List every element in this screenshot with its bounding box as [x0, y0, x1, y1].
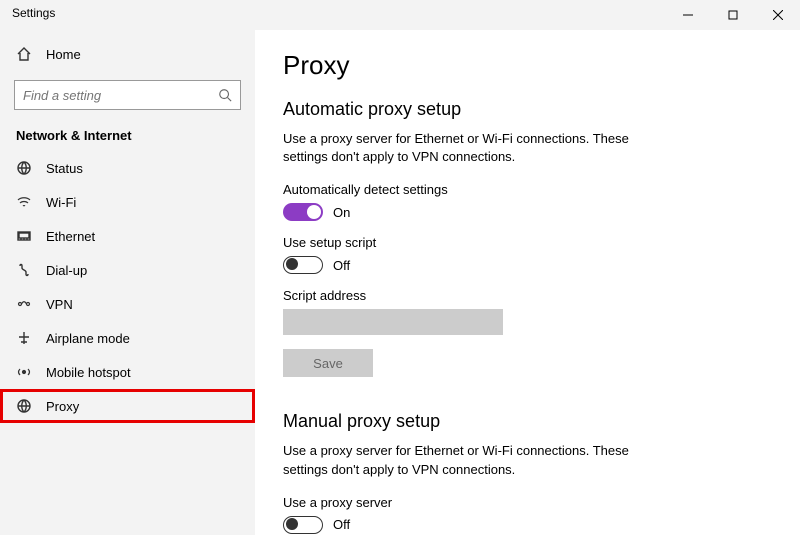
use-script-state: Off	[333, 258, 350, 273]
home-icon	[16, 46, 32, 62]
sidebar-item-status[interactable]: Status	[0, 151, 255, 185]
use-script-toggle[interactable]	[283, 256, 323, 274]
auto-detect-toggle[interactable]	[283, 203, 323, 221]
sidebar-item-label: VPN	[46, 297, 73, 312]
use-proxy-label: Use a proxy server	[283, 495, 772, 510]
main-panel: Proxy Automatic proxy setup Use a proxy …	[255, 30, 800, 535]
manual-section-title: Manual proxy setup	[283, 411, 772, 432]
auto-section-title: Automatic proxy setup	[283, 99, 772, 120]
sidebar: Home Network & Internet Status Wi-Fi	[0, 30, 255, 535]
hotspot-icon	[16, 364, 32, 380]
close-button[interactable]	[755, 0, 800, 30]
auto-section-desc: Use a proxy server for Ethernet or Wi-Fi…	[283, 130, 663, 166]
auto-detect-label: Automatically detect settings	[283, 182, 772, 197]
sidebar-item-label: Ethernet	[46, 229, 95, 244]
titlebar: Settings	[0, 0, 800, 30]
status-icon	[16, 160, 32, 176]
auto-detect-state: On	[333, 205, 350, 220]
sidebar-item-label: Wi-Fi	[46, 195, 76, 210]
sidebar-item-proxy[interactable]: Proxy	[0, 389, 255, 423]
script-address-label: Script address	[283, 288, 772, 303]
sidebar-item-label: Status	[46, 161, 83, 176]
sidebar-item-wifi[interactable]: Wi-Fi	[0, 185, 255, 219]
use-proxy-toggle[interactable]	[283, 516, 323, 534]
sidebar-home-label: Home	[46, 47, 81, 62]
window-controls	[665, 0, 800, 30]
sidebar-item-dialup[interactable]: Dial-up	[0, 253, 255, 287]
sidebar-item-vpn[interactable]: VPN	[0, 287, 255, 321]
sidebar-item-label: Airplane mode	[46, 331, 130, 346]
sidebar-item-airplane[interactable]: Airplane mode	[0, 321, 255, 355]
search-input[interactable]	[14, 80, 241, 110]
wifi-icon	[16, 194, 32, 210]
ethernet-icon	[16, 228, 32, 244]
sidebar-item-ethernet[interactable]: Ethernet	[0, 219, 255, 253]
manual-section-desc: Use a proxy server for Ethernet or Wi-Fi…	[283, 442, 663, 478]
search-field[interactable]	[23, 88, 218, 103]
sidebar-item-label: Dial-up	[46, 263, 87, 278]
sidebar-category: Network & Internet	[0, 118, 255, 151]
minimize-button[interactable]	[665, 0, 710, 30]
page-title: Proxy	[283, 50, 772, 81]
script-address-input	[283, 309, 503, 335]
proxy-icon	[16, 398, 32, 414]
sidebar-item-hotspot[interactable]: Mobile hotspot	[0, 355, 255, 389]
nav-list: Status Wi-Fi Ethernet Dial-up VPN	[0, 151, 255, 423]
sidebar-item-label: Proxy	[46, 399, 79, 414]
window-title: Settings	[0, 0, 665, 26]
use-script-label: Use setup script	[283, 235, 772, 250]
maximize-button[interactable]	[710, 0, 755, 30]
search-icon	[218, 88, 232, 102]
vpn-icon	[16, 296, 32, 312]
sidebar-item-label: Mobile hotspot	[46, 365, 131, 380]
dialup-icon	[16, 262, 32, 278]
sidebar-home[interactable]: Home	[0, 36, 255, 72]
save-button: Save	[283, 349, 373, 377]
use-proxy-state: Off	[333, 517, 350, 532]
airplane-icon	[16, 330, 32, 346]
